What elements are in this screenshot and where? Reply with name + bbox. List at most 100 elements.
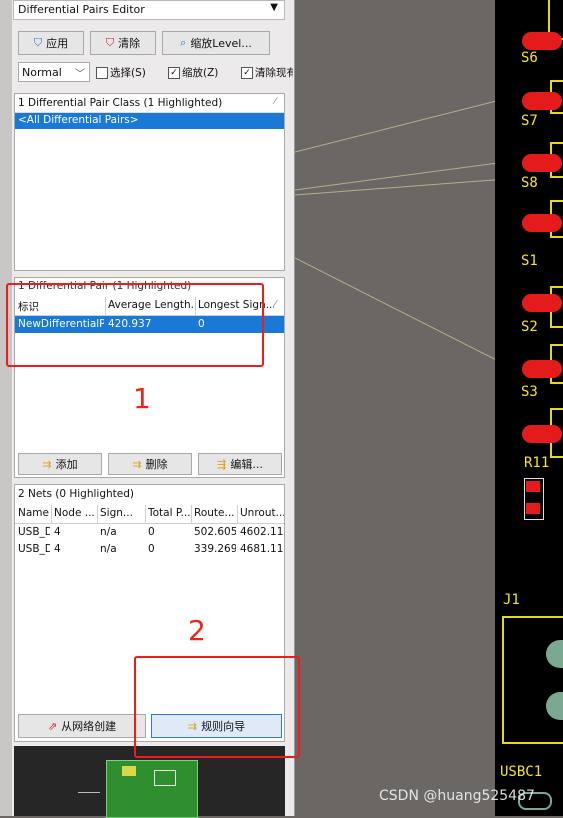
clear-existing-checkbox[interactable]: ✓ 清除现有 bbox=[241, 65, 293, 80]
column-divider bbox=[237, 505, 238, 523]
column-header[interactable]: Sign... bbox=[100, 507, 144, 519]
pad-label-s7: S7 bbox=[521, 113, 538, 129]
ratsnest-line bbox=[295, 257, 495, 360]
nets-table-header: Name Node ... Sign... Total P... Route..… bbox=[15, 505, 284, 524]
column-divider bbox=[51, 505, 52, 523]
panel-selector-dropdown[interactable]: Differential Pairs Editor ▼ bbox=[13, 0, 285, 20]
pad-label-s8: S8 bbox=[521, 175, 538, 191]
column-resize-icon: ⁄ bbox=[274, 96, 276, 107]
add-pair-icon: ⇉ bbox=[42, 457, 52, 471]
ratsnest-line bbox=[295, 162, 495, 191]
delete-label: 删除 bbox=[145, 458, 168, 471]
pad[interactable] bbox=[522, 360, 562, 378]
clear-label: 清除 bbox=[118, 37, 141, 50]
apply-button[interactable]: ⛉ 应用 bbox=[18, 31, 84, 55]
table-row[interactable]: USB_D 4 n/a 0 339.269 4681.117 bbox=[15, 542, 284, 559]
total-cell: 0 bbox=[148, 543, 155, 555]
routed-cell: 339.269 bbox=[194, 543, 236, 555]
pair-class-header: 1 Differential Pair Class (1 Highlighted… bbox=[15, 94, 284, 113]
zoom-level-button[interactable]: ⌕ 缩放Level... bbox=[162, 31, 270, 55]
pair-class-list: 1 Differential Pair Class (1 Highlighted… bbox=[14, 93, 285, 271]
edit-pair-button[interactable]: ⇶ 编辑... bbox=[198, 453, 282, 475]
net-name-cell: USB_D bbox=[18, 543, 50, 555]
component-label-r11: R11 bbox=[524, 455, 550, 471]
signal-cell: n/a bbox=[100, 526, 117, 538]
apply-label: 应用 bbox=[46, 37, 69, 50]
zoom-label: 缩放(Z) bbox=[182, 67, 219, 79]
pad[interactable] bbox=[522, 425, 562, 443]
pair-class-item-label: <All Differential Pairs> bbox=[18, 114, 139, 126]
clear-existing-label: 清除现有 bbox=[255, 67, 293, 79]
zoom-level-label: 缩放Level... bbox=[190, 37, 252, 50]
node-count-cell: 4 bbox=[54, 526, 61, 538]
delete-pair-button[interactable]: ⇉ 删除 bbox=[108, 453, 192, 475]
annotation-box-2 bbox=[134, 656, 300, 758]
edit-pair-icon: ⇶ bbox=[217, 457, 227, 471]
net-name-cell: USB_D bbox=[18, 526, 50, 538]
ratsnest-line bbox=[295, 100, 495, 153]
column-divider bbox=[191, 505, 192, 523]
board-preview-component bbox=[154, 770, 176, 786]
select-checkbox[interactable]: 选择(S) bbox=[96, 65, 146, 80]
mode-select-value: Normal bbox=[22, 66, 62, 79]
column-resize-icon: ⁄ bbox=[274, 299, 276, 310]
column-divider bbox=[145, 505, 146, 523]
annotation-box-1 bbox=[6, 283, 264, 367]
ratsnest-lines bbox=[295, 100, 495, 360]
column-header[interactable]: Route... bbox=[194, 507, 236, 519]
pad-label-s3: S3 bbox=[521, 384, 538, 400]
pad-label-s6: S6 bbox=[521, 50, 538, 66]
connector-outline bbox=[502, 616, 563, 744]
pad[interactable] bbox=[522, 32, 562, 50]
create-from-nets-button[interactable]: ⇗ 从网络创建 bbox=[18, 714, 146, 738]
column-divider bbox=[97, 505, 98, 523]
checkbox-box[interactable] bbox=[96, 67, 108, 79]
checkmark-icon[interactable]: ✓ bbox=[241, 67, 253, 79]
edit-label: 编辑... bbox=[230, 458, 263, 471]
column-header[interactable]: Node ... bbox=[54, 507, 96, 519]
pad[interactable] bbox=[522, 92, 562, 110]
clear-filter-icon: ⛉ bbox=[105, 36, 115, 49]
board-preview-chip bbox=[122, 766, 136, 776]
pad[interactable] bbox=[522, 214, 562, 232]
board-preview-pcb bbox=[106, 760, 198, 818]
pad-label-s2: S2 bbox=[521, 319, 538, 335]
pad[interactable] bbox=[526, 503, 540, 514]
annotation-number-2: 2 bbox=[188, 614, 206, 647]
column-header[interactable]: Unrout... bbox=[240, 507, 284, 519]
filter-icon: ⛉ bbox=[33, 36, 43, 49]
component-label-usbc1: USBC1 bbox=[500, 764, 543, 780]
resistor-footprint[interactable] bbox=[524, 478, 544, 520]
unrouted-cell: 4681.117 bbox=[240, 543, 284, 555]
node-count-cell: 4 bbox=[54, 543, 61, 555]
pad[interactable] bbox=[522, 154, 562, 172]
nets-list-title: 2 Nets (0 Highlighted) bbox=[18, 488, 134, 500]
column-header[interactable]: Name bbox=[18, 507, 50, 519]
checkmark-icon[interactable]: ✓ bbox=[168, 67, 180, 79]
list-item[interactable]: <All Differential Pairs> bbox=[15, 113, 284, 129]
chevron-down-icon: ﹀ bbox=[75, 69, 85, 80]
table-row[interactable]: USB_D 4 n/a 0 502.605 4602.117 bbox=[15, 525, 284, 542]
magnifier-icon: ⌕ bbox=[180, 36, 187, 49]
pad[interactable] bbox=[526, 481, 540, 492]
column-header[interactable]: Total P... bbox=[148, 507, 190, 519]
panel-left-strip bbox=[0, 0, 12, 816]
mode-select[interactable]: Normal ﹀ bbox=[18, 62, 90, 82]
panel-title: Differential Pairs Editor bbox=[18, 3, 145, 16]
pad[interactable] bbox=[522, 294, 562, 312]
chevron-down-icon: ▼ bbox=[270, 2, 278, 13]
pad-label-s1: S1 bbox=[521, 253, 538, 269]
select-label: 选择(S) bbox=[110, 67, 146, 79]
total-cell: 0 bbox=[148, 526, 155, 538]
pair-class-title: 1 Differential Pair Class (1 Highlighted… bbox=[18, 97, 223, 109]
board-preview-trace bbox=[78, 792, 100, 793]
add-pair-button[interactable]: ⇉ 添加 bbox=[18, 453, 102, 475]
zoom-checkbox[interactable]: ✓ 缩放(Z) bbox=[168, 65, 218, 80]
clear-button[interactable]: ⛉ 清除 bbox=[90, 31, 156, 55]
watermark-text: CSDN @huang525487 bbox=[379, 788, 535, 804]
signal-cell: n/a bbox=[100, 543, 117, 555]
add-label: 添加 bbox=[55, 458, 78, 471]
create-from-nets-label: 从网络创建 bbox=[61, 720, 117, 733]
create-from-nets-icon: ⇗ bbox=[47, 719, 58, 733]
component-label-j1: J1 bbox=[503, 592, 520, 608]
